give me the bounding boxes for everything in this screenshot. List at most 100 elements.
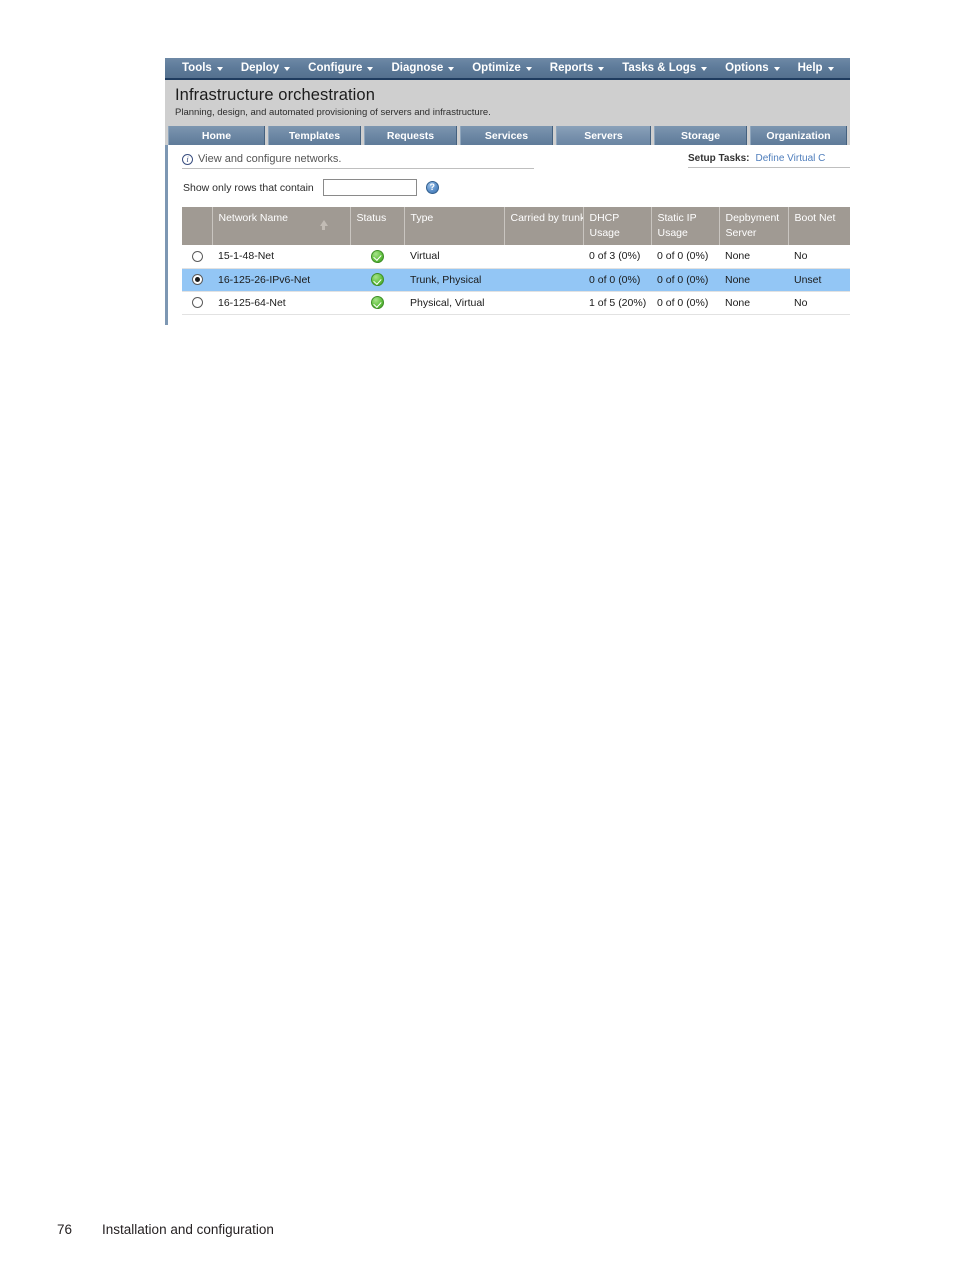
status-ok-icon bbox=[370, 249, 384, 263]
cell-carried-by-trunk bbox=[504, 245, 583, 269]
row-select-cell[interactable] bbox=[182, 245, 212, 269]
cell-network-name: 16-125-26-IPv6-Net bbox=[212, 268, 350, 292]
menu-item-label: Optimize bbox=[472, 62, 521, 74]
infrastructure-orchestration-window: Tools Deploy Configure Diagnose Optimize… bbox=[165, 58, 850, 325]
table-row[interactable]: 15-1-48-Net Virtual 0 of 3 (0%) 0 of 0 (… bbox=[182, 245, 850, 269]
cell-type: Trunk, Physical bbox=[404, 268, 504, 292]
cell-dhcp-usage: 0 of 0 (0%) bbox=[583, 268, 651, 292]
menu-item-options[interactable]: Options bbox=[716, 58, 788, 78]
menu-item-help[interactable]: Help bbox=[789, 58, 843, 78]
menu-bar: Tools Deploy Configure Diagnose Optimize… bbox=[165, 58, 850, 80]
chevron-down-icon bbox=[773, 66, 780, 71]
footer-page-number: 76 bbox=[57, 1222, 73, 1237]
info-bar-inner: i View and configure networks. bbox=[182, 153, 534, 169]
chevron-down-icon bbox=[525, 66, 532, 71]
menu-item-optimize[interactable]: Optimize bbox=[463, 58, 541, 78]
chevron-down-icon bbox=[216, 66, 223, 71]
cell-dhcp-usage: 1 of 5 (20%) bbox=[583, 291, 651, 315]
menu-item-reports[interactable]: Reports bbox=[541, 58, 613, 78]
networks-table-header: Network Name Status Type Carried by trun… bbox=[182, 207, 850, 245]
tab-label: Templates bbox=[288, 129, 341, 142]
menu-item-label: Reports bbox=[549, 62, 594, 74]
column-header-label: Network Name bbox=[218, 212, 288, 224]
tab-home[interactable]: Home bbox=[168, 126, 265, 145]
page-title: Infrastructure orchestration bbox=[175, 86, 375, 104]
column-header-label: Depbyment bbox=[725, 212, 780, 224]
column-header-label: Carried by trunk bbox=[510, 212, 583, 224]
tab-strip: Home Templates Requests Services Servers… bbox=[165, 125, 850, 145]
column-header-label: Type bbox=[410, 212, 434, 224]
filter-input[interactable] bbox=[322, 179, 417, 196]
column-header-boot-net[interactable]: Boot Net bbox=[788, 207, 850, 245]
setup-tasks-link-define-virtual-connect[interactable]: Define Virtual C bbox=[756, 153, 826, 164]
cell-boot-net: No bbox=[788, 245, 850, 269]
tab-label: Services bbox=[484, 129, 529, 142]
chevron-down-icon bbox=[701, 66, 708, 71]
column-header-sublabel: Usage bbox=[657, 227, 688, 239]
cell-carried-by-trunk bbox=[504, 268, 583, 292]
cell-static-ip-usage: 0 of 0 (0%) bbox=[651, 268, 719, 292]
filter-label: Show only rows that contain bbox=[183, 181, 314, 194]
menu-item-tools[interactable]: Tools bbox=[173, 58, 232, 78]
chevron-down-icon bbox=[448, 66, 455, 71]
row-radio-button[interactable] bbox=[191, 250, 203, 262]
tab-label: Servers bbox=[584, 129, 623, 142]
cell-boot-net: No bbox=[788, 291, 850, 315]
column-header-carried-by-trunk[interactable]: Carried by trunk bbox=[504, 207, 584, 245]
column-header-label: Status bbox=[356, 212, 387, 224]
column-header-dhcp-usage[interactable]: DHCP Usage bbox=[583, 207, 652, 245]
networks-table: Network Name Status Type Carried by trun… bbox=[182, 207, 850, 315]
footer-chapter-title: Installation and configuration bbox=[102, 1222, 274, 1237]
column-header-label: DHCP bbox=[589, 212, 620, 224]
row-radio-button[interactable] bbox=[191, 274, 203, 286]
menu-item-diagnose[interactable]: Diagnose bbox=[382, 58, 463, 78]
tab-services[interactable]: Services bbox=[460, 126, 553, 145]
column-header-select bbox=[182, 207, 213, 245]
cell-static-ip-usage: 0 of 0 (0%) bbox=[651, 245, 719, 269]
tab-servers[interactable]: Servers bbox=[556, 126, 651, 145]
column-header-type[interactable]: Type bbox=[404, 207, 505, 245]
menu-item-configure[interactable]: Configure bbox=[299, 58, 382, 78]
cell-static-ip-usage: 0 of 0 (0%) bbox=[651, 291, 719, 315]
cell-type: Virtual bbox=[404, 245, 504, 269]
tab-organization[interactable]: Organization bbox=[750, 126, 847, 145]
column-header-sublabel: Server bbox=[725, 227, 757, 239]
table-row[interactable]: 16-125-26-IPv6-Net Trunk, Physical 0 of … bbox=[182, 268, 850, 292]
tab-templates[interactable]: Templates bbox=[268, 126, 361, 145]
cell-boot-net: Unset bbox=[788, 268, 850, 292]
title-band: Infrastructure orchestration Planning, d… bbox=[165, 80, 850, 125]
cell-status bbox=[350, 291, 404, 315]
menu-item-label: Configure bbox=[308, 62, 363, 74]
chevron-down-icon bbox=[284, 66, 291, 71]
chevron-down-icon bbox=[598, 66, 605, 71]
menu-item-tasks-and-logs[interactable]: Tasks & Logs bbox=[613, 58, 716, 78]
info-bar-text: View and configure networks. bbox=[198, 153, 342, 165]
tab-label: Storage bbox=[680, 129, 721, 142]
column-header-status[interactable]: Status bbox=[350, 207, 405, 245]
menu-item-label: Help bbox=[797, 62, 823, 74]
page-footer: 76 Installation and configuration bbox=[57, 1222, 274, 1237]
row-radio-button[interactable] bbox=[191, 297, 203, 309]
networks-table-container: Network Name Status Type Carried by trun… bbox=[182, 207, 850, 315]
tab-requests[interactable]: Requests bbox=[364, 126, 457, 145]
column-header-deployment-server[interactable]: Depbyment Server bbox=[719, 207, 789, 245]
help-icon[interactable]: ? bbox=[425, 181, 439, 194]
chevron-down-icon bbox=[827, 66, 834, 71]
menu-item-deploy[interactable]: Deploy bbox=[232, 58, 299, 78]
tab-label: Requests bbox=[386, 129, 435, 142]
cell-status bbox=[350, 245, 404, 269]
tab-label: Home bbox=[201, 129, 232, 142]
column-header-network-name[interactable]: Network Name bbox=[212, 207, 351, 245]
cell-deployment-server: None bbox=[719, 268, 788, 292]
column-header-static-ip-usage[interactable]: Static IP Usage bbox=[651, 207, 720, 245]
cell-carried-by-trunk bbox=[504, 291, 583, 315]
tab-storage[interactable]: Storage bbox=[654, 126, 747, 145]
table-row[interactable]: 16-125-64-Net Physical, Virtual 1 of 5 (… bbox=[182, 291, 850, 315]
menu-item-label: Tools bbox=[182, 62, 212, 74]
row-select-cell[interactable] bbox=[182, 268, 212, 292]
row-select-cell[interactable] bbox=[182, 291, 212, 315]
sort-ascending-icon bbox=[319, 220, 328, 230]
column-header-sublabel: Usage bbox=[589, 227, 620, 239]
menu-item-label: Diagnose bbox=[391, 62, 444, 74]
cell-network-name: 15-1-48-Net bbox=[212, 245, 350, 269]
